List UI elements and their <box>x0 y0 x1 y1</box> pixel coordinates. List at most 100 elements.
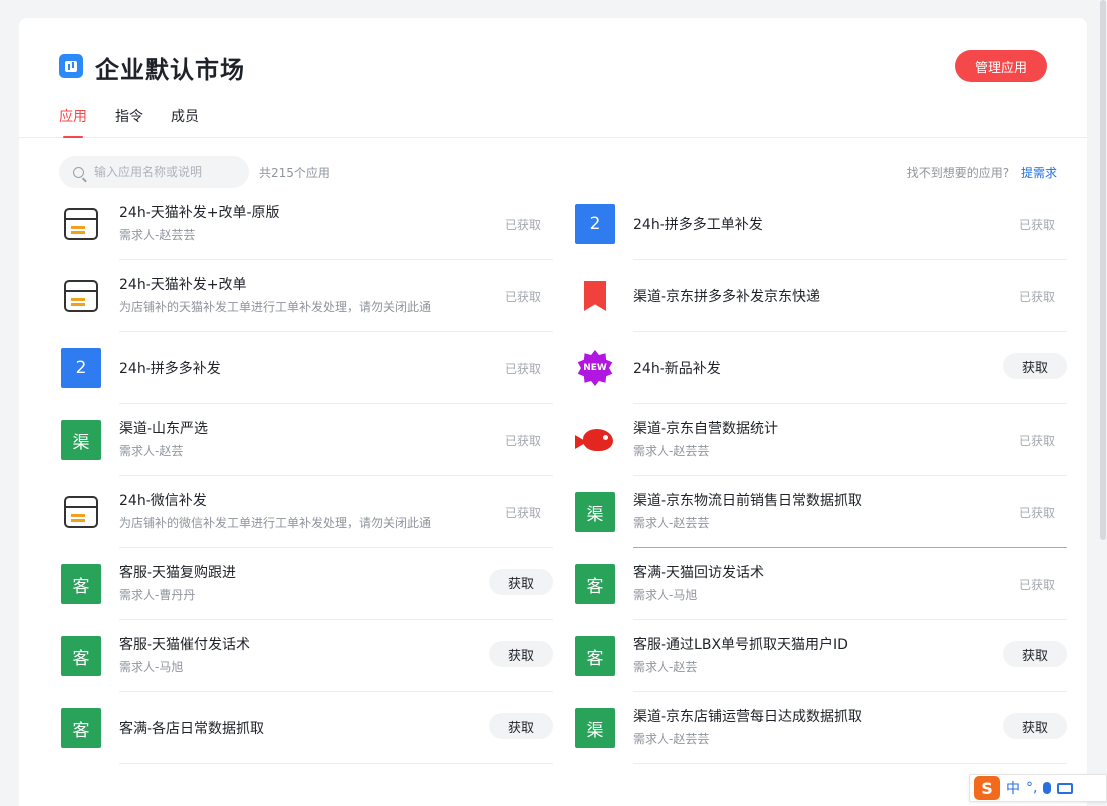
search-input[interactable] <box>94 165 234 179</box>
app-count: 共215个应用 <box>259 166 330 180</box>
new-badge-icon: NEW <box>575 348 615 388</box>
app-list-item[interactable]: 客 客满-天猫回访发话术 需求人-马旭 已获取 <box>573 548 1067 620</box>
app-list-item[interactable]: 24h-天猫补发+改单-原版 需求人-赵芸芸 已获取 <box>59 188 553 260</box>
app-list-item[interactable]: 客 客服-天猫催付发话术 需求人-马旭 获取 <box>59 620 553 692</box>
get-app-button[interactable]: 获取 <box>489 569 553 595</box>
app-name: 客满-天猫回访发话术 <box>633 565 765 581</box>
app-description: 需求人-马旭 <box>119 660 184 674</box>
request-area: 找不到想要的应用? 提需求 <box>907 164 1057 181</box>
app-list-item[interactable]: 24h-天猫补发+改单 为店铺补的天猫补发工单进行工单补发处理，请勿关闭此通 已获取 <box>59 260 553 332</box>
box-icon <box>61 204 101 244</box>
tab-apps[interactable]: 应用 <box>59 106 87 138</box>
tab-commands[interactable]: 指令 <box>115 106 143 138</box>
app-list-item[interactable]: 渠 渠道-京东店铺运营每日达成数据抓取 需求人-赵芸芸 获取 <box>573 692 1067 764</box>
app-description: 需求人-马旭 <box>633 588 698 602</box>
get-app-button[interactable]: 获取 <box>1003 641 1067 667</box>
app-description: 需求人-赵芸芸 <box>633 444 710 458</box>
green-icon: 渠 <box>61 420 101 460</box>
get-app-button[interactable]: 获取 <box>489 641 553 667</box>
obtained-status: 已获取 <box>504 218 541 232</box>
app-column-left: 24h-天猫补发+改单-原版 需求人-赵芸芸 已获取 24h-天猫补发+改单 为店铺补的… <box>59 188 553 764</box>
market-logo-icon <box>59 54 83 78</box>
app-name: 24h-天猫补发+改单 <box>119 277 247 293</box>
ime-language-toggle[interactable]: 中 <box>1006 778 1020 798</box>
obtained-status: 已获取 <box>1018 434 1055 448</box>
app-list-item[interactable]: NEW 24h-新品补发 获取 <box>573 332 1067 404</box>
obtained-status: 已获取 <box>1018 290 1055 304</box>
search-icon <box>73 166 84 178</box>
app-description: 需求人-曹丹丹 <box>119 588 196 602</box>
green-icon: 客 <box>61 564 101 604</box>
tab-members[interactable]: 成员 <box>171 106 199 138</box>
new-badge-label: NEW <box>577 350 613 386</box>
app-list-item[interactable]: 2 24h-拼多多补发 已获取 <box>59 332 553 404</box>
keyboard-icon[interactable] <box>1057 782 1074 794</box>
ime-toolbar[interactable]: S 中 °, <box>969 774 1107 802</box>
app-name: 24h-拼多多工单补发 <box>633 217 763 233</box>
page-scrollbar[interactable] <box>1100 0 1106 540</box>
green-icon: 渠 <box>575 492 615 532</box>
app-list-item[interactable]: 客 客服-天猫复购跟进 需求人-曹丹丹 获取 <box>59 548 553 620</box>
missing-app-question: 找不到想要的应用? <box>906 166 1010 180</box>
app-name: 客服-天猫催付发话术 <box>119 637 251 653</box>
obtained-status: 已获取 <box>504 506 541 520</box>
app-description: 需求人-赵芸 <box>119 444 184 458</box>
app-description: 需求人-赵芸芸 <box>633 732 710 746</box>
obtained-status: 已获取 <box>1018 578 1055 592</box>
green-icon: 客 <box>575 636 615 676</box>
app-name: 24h-微信补发 <box>119 493 207 509</box>
app-list-item[interactable]: 2 24h-拼多多工单补发 已获取 <box>573 188 1067 260</box>
obtained-status: 已获取 <box>504 362 541 376</box>
app-name: 渠道-京东店铺运营每日达成数据抓取 <box>633 709 863 725</box>
app-list-item[interactable]: 24h-微信补发为店铺补的微信补发工单进行工单补发处理，请勿关闭此通 已获取 <box>59 476 553 548</box>
app-name: 24h-天猫补发+改单-原版 <box>119 205 280 221</box>
app-name: 24h-新品补发 <box>633 361 721 377</box>
page-header: 企业默认市场 管理应用 应用 指令 成员 <box>19 18 1087 138</box>
get-app-button[interactable]: 获取 <box>489 713 553 739</box>
row-divider <box>633 763 1067 764</box>
app-name: 客服-天猫复购跟进 <box>119 565 237 581</box>
app-list-item[interactable]: 渠道-京东自营数据统计 需求人-赵芸芸 已获取 <box>573 404 1067 476</box>
list-toolbar: 共215个应用 找不到想要的应用? 提需求 <box>59 156 1057 188</box>
number-icon: 2 <box>61 348 101 388</box>
get-app-button[interactable]: 获取 <box>1003 353 1067 379</box>
app-name: 渠道-山东严选 <box>119 421 209 437</box>
app-description: 需求人-赵芸芸 <box>633 516 710 530</box>
microphone-icon[interactable] <box>1043 782 1052 794</box>
ime-punctuation-icon[interactable]: °, <box>1026 780 1037 796</box>
app-list-item[interactable]: 渠 渠道-山东严选 需求人-赵芸 已获取 <box>59 404 553 476</box>
manage-apps-button[interactable]: 管理应用 <box>955 50 1047 82</box>
app-description: 为店铺补的微信补发工单进行工单补发处理，请勿关闭此通 <box>119 516 432 530</box>
bookmark-icon <box>575 276 615 316</box>
green-icon: 渠 <box>575 708 615 748</box>
app-name: 客满-各店日常数据抓取 <box>119 721 265 737</box>
market-card: 企业默认市场 管理应用 应用 指令 成员 共215个应用 找不到想要的应用? 提… <box>19 18 1087 806</box>
app-description: 需求人-赵芸芸 <box>119 228 196 242</box>
green-icon: 客 <box>61 708 101 748</box>
app-list-item[interactable]: 渠道-京东拼多多补发京东快递 已获取 <box>573 260 1067 332</box>
tab-bar: 应用 指令 成员 <box>59 106 199 138</box>
obtained-status: 已获取 <box>1018 218 1055 232</box>
app-list-item[interactable]: 渠 渠道-京东物流日前销售日常数据抓取 需求人-赵芸芸 已获取 <box>573 476 1067 548</box>
green-icon: 客 <box>61 636 101 676</box>
request-link[interactable]: 提需求 <box>1021 166 1057 180</box>
app-description: 为店铺补的天猫补发工单进行工单补发处理，请勿关闭此通 <box>119 300 432 314</box>
app-column-right: 2 24h-拼多多工单补发 已获取 渠道-京东拼多多补发京东快递 已获取 NEW 24h-新… <box>573 188 1067 764</box>
get-app-button[interactable]: 获取 <box>1003 713 1067 739</box>
app-list-item[interactable]: 客 客满-各店日常数据抓取 获取 <box>59 692 553 764</box>
search-box[interactable] <box>59 156 249 188</box>
obtained-status: 已获取 <box>504 434 541 448</box>
box-icon <box>61 492 101 532</box>
app-name: 客服-通过LBX单号抓取天猫用户ID <box>633 637 848 653</box>
app-name: 24h-拼多多补发 <box>119 361 221 377</box>
box-icon <box>61 276 101 316</box>
number-icon: 2 <box>575 204 615 244</box>
page-title: 企业默认市场 <box>95 56 245 84</box>
app-name: 渠道-京东拼多多补发京东快递 <box>633 289 821 305</box>
app-list-item[interactable]: 客 客服-通过LBX单号抓取天猫用户ID 需求人-赵芸 获取 <box>573 620 1067 692</box>
app-name: 渠道-京东物流日前销售日常数据抓取 <box>633 493 863 509</box>
obtained-status: 已获取 <box>1018 506 1055 520</box>
sogou-logo-icon[interactable]: S <box>974 776 1000 800</box>
app-description: 需求人-赵芸 <box>633 660 698 674</box>
fish-icon <box>575 420 615 460</box>
